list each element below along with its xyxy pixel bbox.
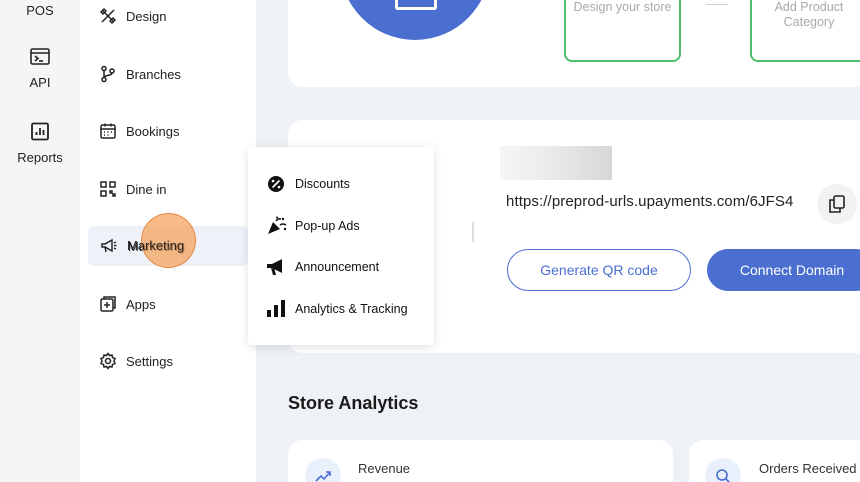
copy-icon — [829, 195, 845, 213]
rail-item-label: Reports — [17, 150, 63, 165]
revenue-card — [288, 440, 673, 482]
menu-item-label: Analytics & Tracking — [295, 302, 408, 316]
sidebar-item-settings[interactable]: Settings — [88, 341, 248, 381]
redacted-store-name — [500, 146, 612, 180]
step-add-product-category[interactable]: Add Product Category — [750, 0, 860, 62]
apps-icon — [100, 296, 116, 312]
divider — [472, 222, 474, 242]
rail-item-reports[interactable]: Reports — [0, 122, 80, 165]
reports-icon — [31, 122, 49, 141]
megaphone-icon — [101, 238, 117, 253]
bar-chart-icon — [267, 300, 285, 317]
generate-qr-button[interactable]: Generate QR code — [507, 249, 691, 291]
sidebar-item-branches[interactable]: Branches — [88, 54, 248, 94]
step-connector — [706, 4, 728, 5]
orders-label: Orders Received — [759, 461, 857, 476]
step-label: Design your store — [573, 0, 672, 14]
gear-icon — [100, 352, 116, 370]
menu-item-analytics-tracking[interactable]: Analytics & Tracking — [266, 297, 408, 321]
branches-icon — [101, 65, 115, 83]
app-rail: POS API Reports — [0, 0, 80, 482]
sidebar-item-label: Branches — [126, 66, 181, 82]
menu-item-label: Pop-up Ads — [295, 219, 360, 233]
menu-item-discounts[interactable]: Discounts — [266, 172, 350, 196]
sidebar-item-dine-in[interactable]: Dine in — [88, 169, 248, 209]
revenue-label: Revenue — [358, 461, 411, 476]
step-design-store[interactable]: Design your store — [564, 0, 681, 62]
sidebar-item-apps[interactable]: Apps — [88, 284, 248, 324]
rail-item-label: API — [29, 75, 51, 90]
rail-item-api[interactable]: API — [0, 47, 80, 90]
copy-url-button[interactable] — [817, 184, 857, 224]
menu-item-announcement[interactable]: Announcement — [266, 255, 379, 279]
announcement-icon — [267, 259, 282, 275]
qr-icon — [100, 181, 116, 197]
store-icon — [395, 0, 437, 10]
discount-icon — [268, 176, 284, 192]
step-label: Add Product Category — [774, 0, 844, 29]
party-popper-icon — [268, 216, 287, 234]
rail-item-label: POS — [26, 3, 54, 18]
sidebar-item-design[interactable]: Design — [88, 0, 248, 36]
sidebar-item-label: Apps — [126, 296, 156, 312]
calendar-icon — [100, 123, 116, 139]
rail-item-pos[interactable]: POS — [0, 3, 80, 18]
section-title: Store Analytics — [288, 393, 419, 413]
connect-domain-button[interactable]: Connect Domain — [707, 249, 860, 291]
menu-item-popup-ads[interactable]: Pop-up Ads — [266, 214, 360, 238]
sidebar-item-label: Settings — [126, 353, 173, 369]
sidebar-item-label: Design — [126, 8, 167, 24]
store-url[interactable]: https://preprod-urls.upayments.com/6JFS4 — [506, 193, 793, 210]
sidebar-item-label: Bookings — [126, 123, 180, 139]
sidebar-item-label: Dine in — [126, 181, 167, 197]
sidebar-item-bookings[interactable]: Bookings — [88, 111, 248, 151]
menu-item-label: Announcement — [295, 260, 380, 274]
terminal-icon — [30, 48, 50, 65]
menu-item-label: Discounts — [295, 177, 350, 191]
design-icon — [99, 7, 117, 25]
marketing-submenu: Discounts Pop-up Ads Announcement Analyt… — [248, 147, 434, 345]
sidebar-item-marketing-label-overlay: Marketing — [127, 238, 185, 253]
